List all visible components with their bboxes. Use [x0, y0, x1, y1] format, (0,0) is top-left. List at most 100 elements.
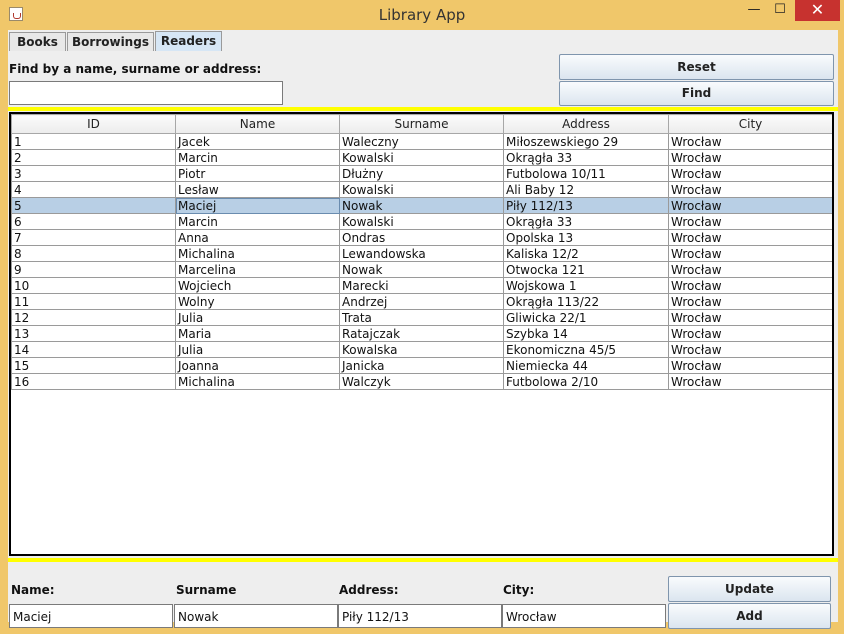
cell-name[interactable]: Wolny — [175, 293, 340, 310]
table-row[interactable]: 5 Maciej Nowak Piły 112/13 Wrocław — [11, 197, 832, 214]
column-header-name[interactable]: Name — [175, 114, 340, 134]
table-row[interactable]: 7 Anna Ondras Opolska 13 Wrocław — [11, 229, 832, 246]
cell-surname[interactable]: Kowalska — [339, 341, 504, 358]
table-row[interactable]: 13 Maria Ratajczak Szybka 14 Wrocław — [11, 325, 832, 342]
tab-borrowings[interactable]: Borrowings — [67, 32, 154, 51]
city-field[interactable] — [502, 604, 666, 628]
cell-surname[interactable]: Marecki — [339, 277, 504, 294]
cell-address[interactable]: Okrągła 113/22 — [503, 293, 669, 310]
cell-name[interactable]: Anna — [175, 229, 340, 246]
cell-id[interactable]: 10 — [11, 277, 176, 294]
column-header-city[interactable]: City — [668, 114, 832, 134]
readers-table[interactable]: ID Name Surname Address City 1 Jacek Walec… — [9, 112, 834, 556]
cell-city[interactable]: Wrocław — [668, 245, 832, 262]
cell-surname[interactable]: Ondras — [339, 229, 504, 246]
table-row[interactable]: 4 Lesław Kowalski Ali Baby 12 Wrocław — [11, 181, 832, 198]
cell-id[interactable]: 5 — [11, 197, 176, 214]
cell-surname[interactable]: Kowalski — [339, 181, 504, 198]
cell-name[interactable]: Maciej — [175, 197, 340, 214]
cell-city[interactable]: Wrocław — [668, 165, 832, 182]
cell-id[interactable]: 14 — [11, 341, 176, 358]
table-row[interactable]: 15 Joanna Janicka Niemiecka 44 Wrocław — [11, 357, 832, 374]
cell-surname[interactable]: Waleczny — [339, 133, 504, 150]
surname-field[interactable] — [174, 604, 338, 628]
cell-id[interactable]: 9 — [11, 261, 176, 278]
cell-address[interactable]: Niemiecka 44 — [503, 357, 669, 374]
cell-name[interactable]: Marcelina — [175, 261, 340, 278]
table-row[interactable]: 16 Michalina Walczyk Futbolowa 2/10 Wrocław — [11, 373, 832, 390]
cell-id[interactable]: 4 — [11, 181, 176, 198]
maximize-button[interactable]: ☐ — [767, 0, 793, 21]
column-header-address[interactable]: Address — [503, 114, 669, 134]
table-row[interactable]: 6 Marcin Kowalski Okrągła 33 Wrocław — [11, 213, 832, 230]
cell-surname[interactable]: Kowalski — [339, 213, 504, 230]
table-row[interactable]: 10 Wojciech Marecki Wojskowa 1 Wrocław — [11, 277, 832, 294]
cell-id[interactable]: 12 — [11, 309, 176, 326]
minimize-button[interactable]: — — [741, 0, 767, 21]
column-header-id[interactable]: ID — [11, 114, 176, 134]
cell-id[interactable]: 16 — [11, 373, 176, 390]
cell-surname[interactable]: Ratajczak — [339, 325, 504, 342]
cell-surname[interactable]: Kowalski — [339, 149, 504, 166]
cell-name[interactable]: Lesław — [175, 181, 340, 198]
find-button[interactable]: Find — [559, 81, 834, 106]
cell-address[interactable]: Gliwicka 22/1 — [503, 309, 669, 326]
cell-address[interactable]: Kaliska 12/2 — [503, 245, 669, 262]
cell-city[interactable]: Wrocław — [668, 213, 832, 230]
cell-address[interactable]: Ekonomiczna 45/5 — [503, 341, 669, 358]
cell-address[interactable]: Wojskowa 1 — [503, 277, 669, 294]
cell-name[interactable]: Piotr — [175, 165, 340, 182]
title-bar[interactable]: Library App — ☐ ✕ — [0, 0, 844, 30]
cell-address[interactable]: Futbolowa 10/11 — [503, 165, 669, 182]
add-button[interactable]: Add — [668, 603, 831, 629]
cell-city[interactable]: Wrocław — [668, 229, 832, 246]
table-row[interactable]: 11 Wolny Andrzej Okrągła 113/22 Wrocław — [11, 293, 832, 310]
cell-name[interactable]: Wojciech — [175, 277, 340, 294]
table-row[interactable]: 8 Michalina Lewandowska Kaliska 12/2 Wrocław — [11, 245, 832, 262]
cell-id[interactable]: 2 — [11, 149, 176, 166]
cell-name[interactable]: Julia — [175, 309, 340, 326]
cell-city[interactable]: Wrocław — [668, 373, 832, 390]
cell-city[interactable]: Wrocław — [668, 341, 832, 358]
table-row[interactable]: 3 Piotr Dłużny Futbolowa 10/11 Wrocław — [11, 165, 832, 182]
table-row[interactable]: 9 Marcelina Nowak Otwocka 121 Wrocław — [11, 261, 832, 278]
cell-address[interactable]: Szybka 14 — [503, 325, 669, 342]
cell-city[interactable]: Wrocław — [668, 309, 832, 326]
cell-id[interactable]: 11 — [11, 293, 176, 310]
cell-id[interactable]: 6 — [11, 213, 176, 230]
table-row[interactable]: 12 Julia Trata Gliwicka 22/1 Wrocław — [11, 309, 832, 326]
cell-id[interactable]: 7 — [11, 229, 176, 246]
cell-id[interactable]: 1 — [11, 133, 176, 150]
cell-id[interactable]: 13 — [11, 325, 176, 342]
table-row[interactable]: 14 Julia Kowalska Ekonomiczna 45/5 Wrocław — [11, 341, 832, 358]
cell-city[interactable]: Wrocław — [668, 149, 832, 166]
cell-address[interactable]: Futbolowa 2/10 — [503, 373, 669, 390]
cell-address[interactable]: Okrągła 33 — [503, 213, 669, 230]
cell-surname[interactable]: Andrzej — [339, 293, 504, 310]
cell-surname[interactable]: Nowak — [339, 261, 504, 278]
update-button[interactable]: Update — [668, 576, 831, 602]
close-button[interactable]: ✕ — [795, 0, 840, 21]
cell-name[interactable]: Marcin — [175, 213, 340, 230]
cell-surname[interactable]: Walczyk — [339, 373, 504, 390]
cell-city[interactable]: Wrocław — [668, 181, 832, 198]
search-input[interactable] — [9, 81, 283, 105]
cell-surname[interactable]: Trata — [339, 309, 504, 326]
cell-city[interactable]: Wrocław — [668, 277, 832, 294]
table-row[interactable]: 1 Jacek Waleczny Miłoszewskiego 29 Wrocław — [11, 133, 832, 150]
reset-button[interactable]: Reset — [559, 54, 834, 80]
cell-address[interactable]: Piły 112/13 — [503, 197, 669, 214]
cell-name[interactable]: Michalina — [175, 245, 340, 262]
tab-readers[interactable]: Readers — [155, 31, 222, 52]
cell-address[interactable]: Opolska 13 — [503, 229, 669, 246]
cell-city[interactable]: Wrocław — [668, 357, 832, 374]
cell-city[interactable]: Wrocław — [668, 325, 832, 342]
cell-address[interactable]: Ali Baby 12 — [503, 181, 669, 198]
cell-id[interactable]: 3 — [11, 165, 176, 182]
cell-name[interactable]: Michalina — [175, 373, 340, 390]
cell-city[interactable]: Wrocław — [668, 197, 832, 214]
cell-name[interactable]: Julia — [175, 341, 340, 358]
name-field[interactable] — [9, 604, 173, 628]
column-header-surname[interactable]: Surname — [339, 114, 504, 134]
cell-name[interactable]: Jacek — [175, 133, 340, 150]
